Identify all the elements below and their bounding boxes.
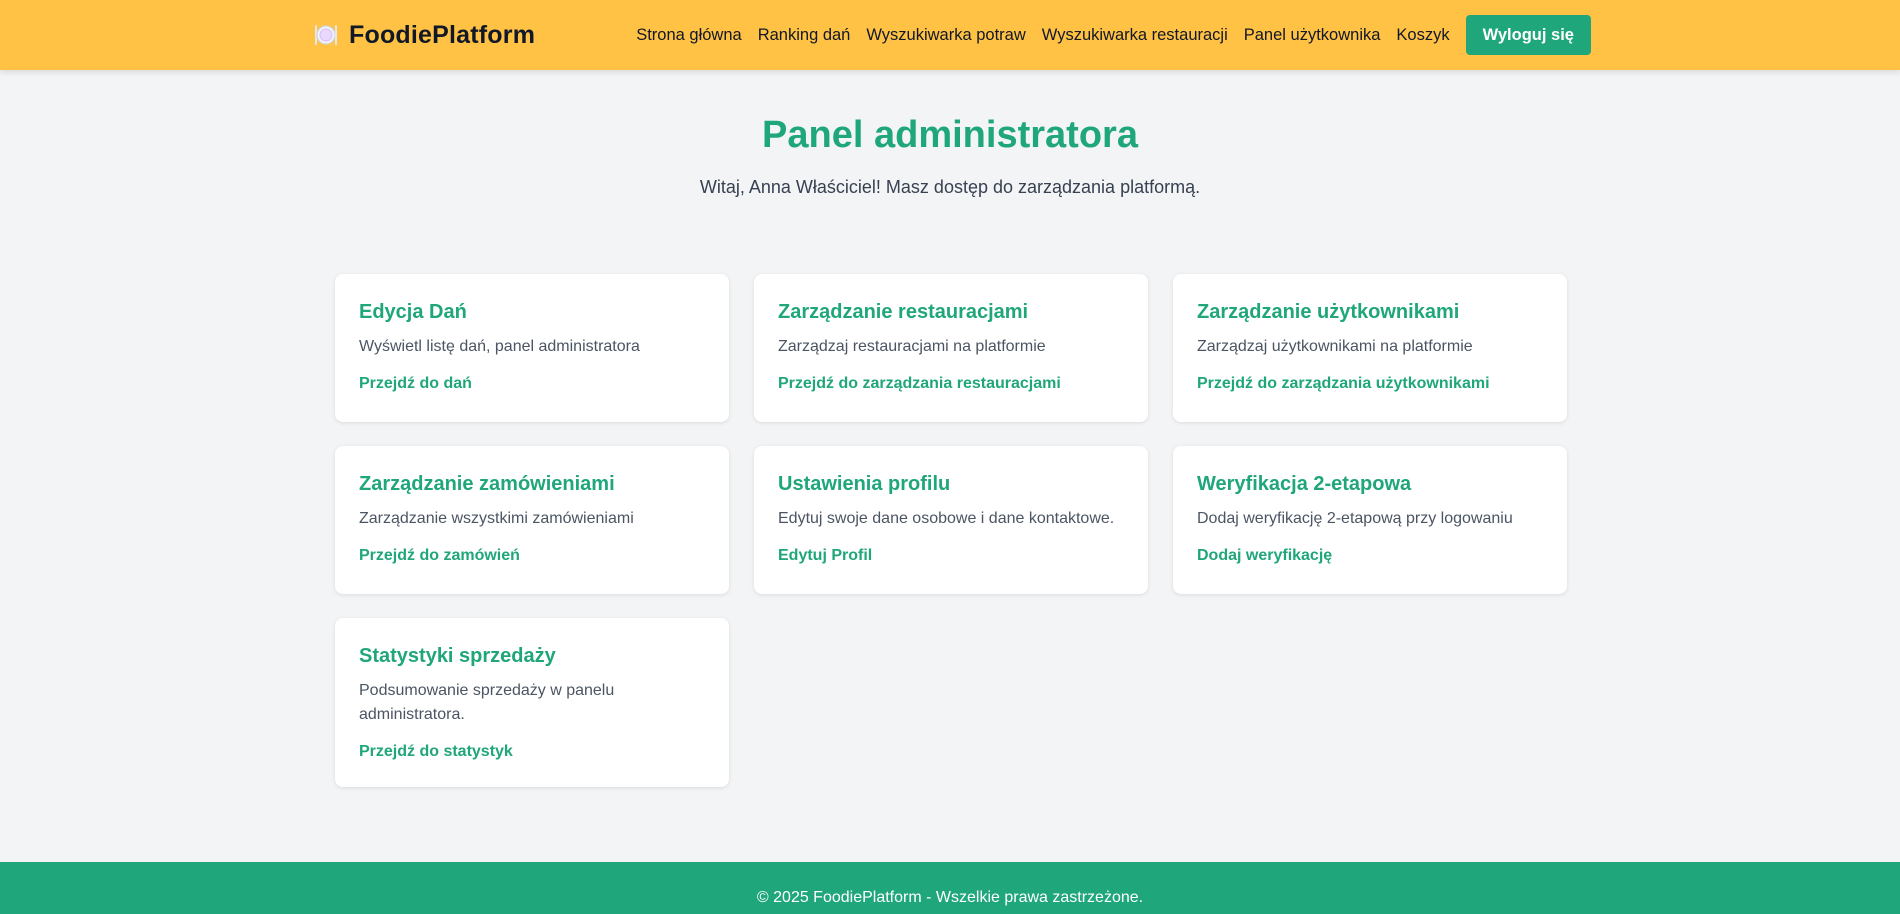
logout-button[interactable]: Wyloguj się [1465, 15, 1591, 55]
card-order-management: Zarządzanie zamówieniami Zarządzanie wsz… [335, 446, 729, 594]
card-description: Zarządzaj restauracjami na platformie [778, 338, 1046, 355]
card-title: Weryfikacja 2-etapowa [1197, 473, 1412, 495]
card-restaurant-management: Zarządzanie restauracjami Zarządzaj rest… [754, 274, 1148, 422]
card-description: Zarządzaj użytkownikami na platformie [1197, 338, 1473, 355]
card-user-management: Zarządzanie użytkownikami Zarządzaj użyt… [1173, 274, 1567, 422]
card-profile-settings: Ustawienia profilu Edytuj swoje dane oso… [754, 446, 1148, 594]
nav-link-dish-search[interactable]: Wyszukiwarka potraw [866, 26, 1025, 45]
add-verification-link[interactable]: Dodaj weryfikację [1197, 545, 1332, 567]
card-description: Zarządzanie wszystkimi zamówieniami [359, 510, 634, 527]
go-to-dishes-link[interactable]: Przejdź do dań [359, 373, 472, 395]
nav-link-dish-ranking[interactable]: Ranking dań [758, 26, 851, 45]
footer: © 2025 FoodiePlatform - Wszelkie prawa z… [0, 862, 1900, 914]
card-two-factor-auth: Weryfikacja 2-etapowa Dodaj weryfikację … [1173, 446, 1567, 594]
go-to-restaurant-management-link[interactable]: Przejdź do zarządzania restauracjami [778, 373, 1061, 395]
plate-icon [313, 22, 339, 48]
card-title: Statystyki sprzedaży [359, 645, 556, 667]
footer-copyright: © 2025 FoodiePlatform - Wszelkie prawa z… [756, 889, 1144, 906]
card-title: Zarządzanie zamówieniami [359, 473, 615, 495]
card-description: Edytuj swoje dane osobowe i dane kontakt… [778, 510, 1115, 527]
card-description: Wyświetl listę dań, panel administratora [359, 338, 640, 355]
brand[interactable]: FoodiePlatform [313, 0, 535, 70]
edit-profile-link[interactable]: Edytuj Profil [778, 545, 872, 567]
card-dish-editing: Edycja Dań Wyświetl listę dań, panel adm… [335, 274, 729, 422]
main-nav: Strona główna Ranking dań Wyszukiwarka p… [636, 0, 1591, 70]
card-description: Podsumowanie sprzedaży w panelu administ… [359, 682, 615, 723]
go-to-orders-link[interactable]: Przejdź do zamówień [359, 545, 520, 567]
nav-link-restaurant-search[interactable]: Wyszukiwarka restauracji [1042, 26, 1228, 45]
card-title: Ustawienia profilu [778, 473, 951, 495]
card-title: Zarządzanie użytkownikami [1197, 301, 1460, 323]
welcome-subtitle: Witaj, Anna Właściciel! Masz dostęp do z… [699, 177, 1201, 197]
brand-title: FoodiePlatform [349, 20, 536, 49]
nav-link-home[interactable]: Strona główna [636, 26, 742, 45]
card-title: Zarządzanie restauracjami [778, 301, 1029, 323]
nav-link-cart[interactable]: Koszyk [1396, 26, 1449, 45]
page-title: Panel administratora [762, 114, 1138, 156]
card-title: Edycja Dań [359, 301, 467, 323]
admin-card-grid: Edycja Dań Wyświetl listę dań, panel adm… [335, 274, 1567, 787]
top-navbar: FoodiePlatform Strona główna Ranking dań… [0, 0, 1900, 70]
nav-link-user-panel[interactable]: Panel użytkownika [1244, 26, 1381, 45]
go-to-statistics-link[interactable]: Przejdź do statystyk [359, 741, 513, 763]
card-description: Dodaj weryfikację 2-etapową przy logowan… [1197, 510, 1513, 527]
go-to-user-management-link[interactable]: Przejdź do zarządzania użytkownikami [1197, 373, 1490, 395]
card-sales-statistics: Statystyki sprzedaży Podsumowanie sprzed… [335, 618, 729, 787]
